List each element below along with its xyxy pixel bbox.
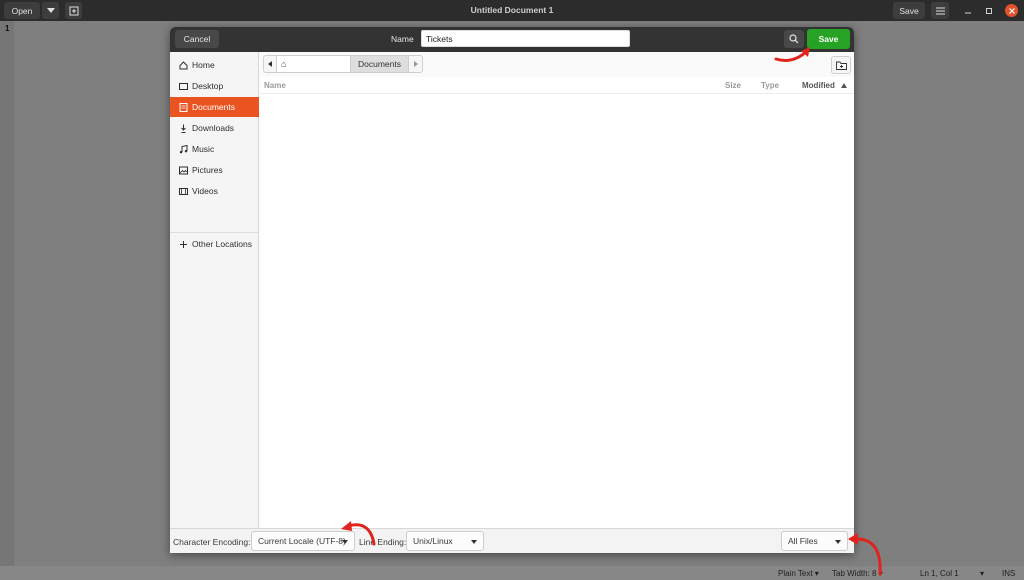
chevron-left-icon [268, 61, 272, 67]
line-number: 1 [5, 24, 10, 33]
syntax-label: Plain Text [778, 569, 813, 578]
close-icon [1008, 7, 1015, 14]
name-label: Name [391, 34, 414, 44]
sidebar-item-music[interactable]: Music [170, 139, 259, 159]
sidebar-item-documents[interactable]: Documents [170, 97, 259, 117]
titlebar: Open Untitled Document 1 Save [0, 0, 1024, 21]
statusbar: Plain Text ▾ Tab Width: 8 ▾ Ln 1, Col 1 … [0, 566, 1024, 580]
close-button[interactable] [1005, 4, 1018, 17]
sidebar-item-label: Desktop [192, 81, 224, 91]
chevron-right-icon [413, 61, 418, 67]
chevron-down-icon [46, 8, 55, 13]
path-home-button[interactable]: ⌂ [277, 55, 351, 73]
path-documents-button[interactable]: Documents [351, 55, 409, 73]
column-header-size[interactable]: Size [725, 81, 741, 90]
path-bar: ⌂ Documents [263, 55, 423, 73]
home-path-icon: ⌂ [281, 59, 287, 69]
pictures-icon [178, 165, 188, 175]
window-save-button[interactable]: Save [893, 2, 925, 19]
column-header-modified[interactable]: Modified [802, 81, 848, 90]
sidebar-item-label: Other Locations [192, 239, 253, 249]
new-document-icon [69, 6, 78, 15]
sidebar-item-pictures[interactable]: Pictures [170, 160, 259, 180]
chevron-down-icon [835, 540, 841, 544]
sidebar-item-downloads[interactable]: Downloads [170, 118, 259, 138]
videos-icon [178, 186, 188, 196]
open-menu-button[interactable] [42, 2, 59, 19]
chevron-down-icon [471, 540, 477, 544]
cancel-button[interactable]: Cancel [175, 30, 219, 48]
documents-icon [178, 102, 188, 112]
sidebar-item-desktop[interactable]: Desktop [170, 76, 259, 96]
file-filter-dropdown[interactable]: All Files [781, 531, 848, 551]
sidebar-item-label: Downloads [192, 123, 235, 133]
hamburger-menu-button[interactable] [931, 2, 949, 19]
sidebar-separator [170, 232, 259, 233]
tab-width-label: Tab Width: 8 [832, 569, 877, 578]
file-list[interactable]: Name Size Type Modified [260, 77, 854, 528]
dialog-footer: Character Encoding: Current Locale (UTF-… [170, 528, 854, 553]
maximize-icon [985, 7, 992, 14]
line-ending-value: Unix/Linux [413, 536, 453, 546]
cursor-position[interactable]: Ln 1, Col 1 [920, 569, 959, 578]
places-sidebar: Home Desktop Documents Downloads Music P… [170, 52, 259, 528]
sidebar-item-label: Documents [192, 102, 235, 112]
search-icon [789, 34, 799, 44]
sidebar-item-label: Videos [192, 186, 218, 196]
chevron-down-icon [342, 540, 348, 544]
music-icon [178, 144, 188, 154]
column-header-type[interactable]: Type [761, 81, 779, 90]
path-forward-button[interactable] [409, 55, 423, 73]
tab-width-selector[interactable]: Tab Width: 8 ▾ [832, 569, 883, 578]
line-ending-label: Line Ending: [359, 537, 407, 547]
plus-icon [178, 239, 188, 249]
search-button[interactable] [784, 30, 804, 48]
file-filter-value: All Files [788, 536, 818, 546]
line-ending-dropdown[interactable]: Unix/Linux [406, 531, 484, 551]
desktop-icon [178, 81, 188, 91]
header-separator [260, 93, 854, 94]
path-back-button[interactable] [263, 55, 277, 73]
sidebar-item-home[interactable]: Home [170, 55, 259, 75]
window-title: Untitled Document 1 [470, 5, 554, 15]
new-folder-icon [835, 61, 847, 70]
downloads-icon [178, 123, 188, 133]
sort-ascending-icon [841, 83, 848, 88]
minimize-button[interactable] [961, 4, 974, 17]
menu-icon [935, 7, 945, 14]
maximize-button[interactable] [982, 4, 995, 17]
new-tab-button[interactable] [65, 2, 82, 19]
column-header-name[interactable]: Name [264, 81, 286, 90]
save-button[interactable]: Save [807, 29, 850, 49]
line-number-gutter: 1 [0, 21, 14, 566]
character-encoding-label: Character Encoding: [173, 537, 251, 547]
character-encoding-dropdown[interactable]: Current Locale (UTF-8) [251, 531, 355, 551]
sidebar-item-label: Music [192, 144, 215, 154]
insert-mode-label: INS [1002, 569, 1016, 578]
syntax-selector[interactable]: Plain Text ▾ [778, 569, 819, 578]
home-icon [178, 60, 188, 70]
position-menu-arrow[interactable]: ▾ [980, 569, 984, 578]
encoding-value: Current Locale (UTF-8) [258, 536, 346, 546]
minimize-icon [964, 12, 971, 13]
open-button[interactable]: Open [4, 2, 40, 19]
sidebar-item-other-locations[interactable]: Other Locations [170, 234, 259, 254]
cursor-position-label: Ln 1, Col 1 [920, 569, 959, 578]
sidebar-item-videos[interactable]: Videos [170, 181, 259, 201]
filename-input[interactable] [421, 30, 630, 47]
save-dialog: Cancel Name Save Home Desktop Documents … [170, 27, 854, 553]
sidebar-item-label: Pictures [192, 165, 223, 175]
sidebar-item-label: Home [192, 60, 215, 70]
dialog-header: Cancel Name Save [170, 27, 854, 52]
new-folder-button[interactable] [831, 56, 851, 74]
column-header-modified-label: Modified [802, 81, 835, 90]
